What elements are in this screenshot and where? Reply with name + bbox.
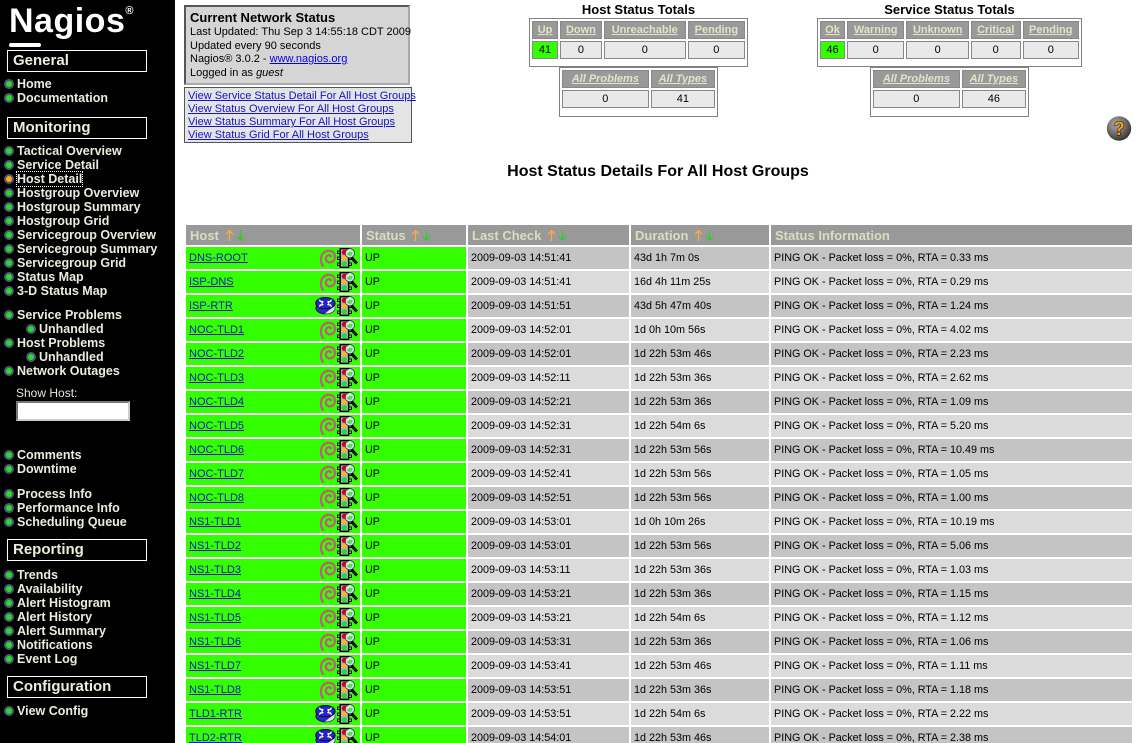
svg-text:?: ? xyxy=(1113,119,1125,140)
